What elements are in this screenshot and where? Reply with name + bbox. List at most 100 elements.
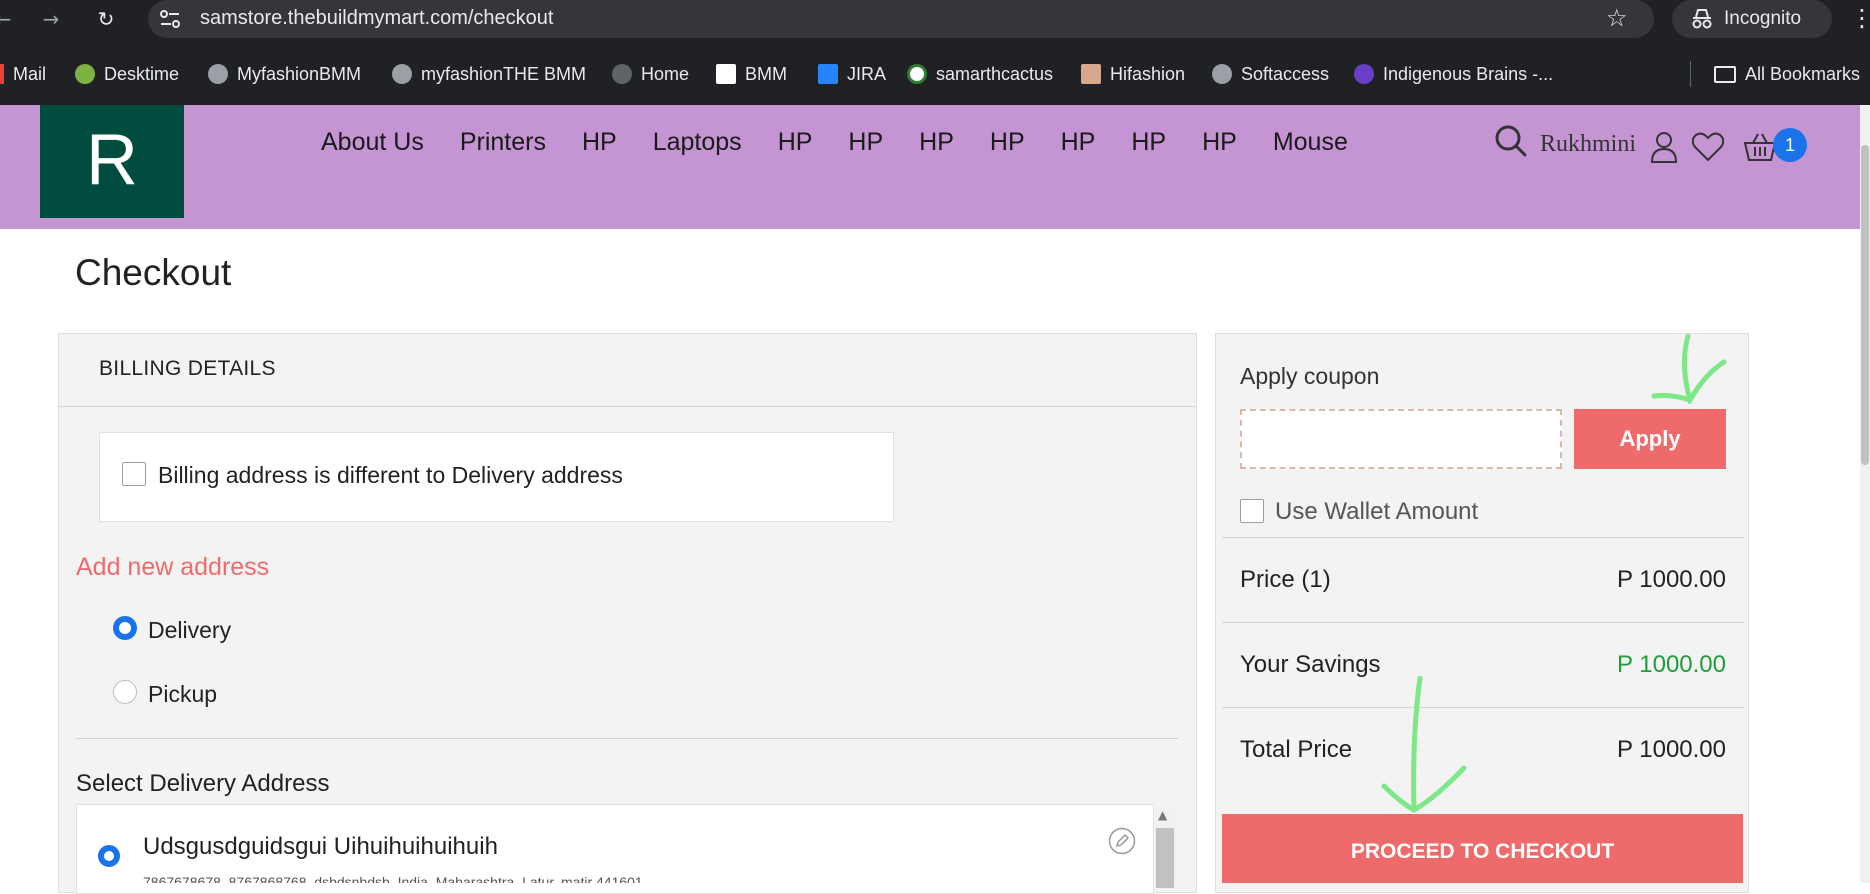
all-bookmarks-label: All Bookmarks: [1745, 63, 1861, 84]
address-detail: 7867678678, 8767868768, dsbdsnbdsb, Indi…: [143, 874, 643, 883]
desktime-icon: [75, 64, 95, 84]
nav-hp[interactable]: HP: [778, 128, 813, 157]
incognito-icon: [1692, 9, 1712, 29]
edit-icon[interactable]: [1108, 827, 1136, 855]
globe-icon: [392, 64, 412, 84]
price-label: Price (1): [1240, 566, 1331, 593]
bookmark-jira[interactable]: JIRA: [818, 61, 886, 87]
annotation-arrow-icon: [1651, 334, 1727, 404]
billing-different-label[interactable]: Billing address is different to Delivery…: [158, 462, 623, 489]
delivery-radio[interactable]: [113, 616, 137, 640]
cart-icon[interactable]: [1743, 132, 1777, 162]
bookmark-samarthcactus[interactable]: samarthcactus: [907, 61, 1053, 87]
add-new-address-link[interactable]: Add new address: [76, 553, 269, 582]
bookmark-label: samarthcactus: [936, 63, 1054, 84]
bookmark-mail[interactable]: Mail: [0, 61, 46, 87]
wallet-checkbox[interactable]: [1240, 499, 1264, 523]
nav-printers[interactable]: Printers: [460, 128, 546, 157]
nav-hp[interactable]: HP: [1061, 128, 1096, 157]
nav-hp[interactable]: HP: [582, 128, 617, 157]
nav-hp[interactable]: HP: [1202, 128, 1237, 157]
bookmark-label: myfashionTHE BMM: [421, 63, 587, 84]
search-icon[interactable]: [1494, 124, 1528, 158]
total-price-value: P 1000.00: [1617, 736, 1726, 763]
user-name[interactable]: Rukhmini: [1540, 131, 1636, 158]
forward-icon[interactable]: →: [36, 4, 66, 34]
bookmark-label: Softaccess: [1241, 63, 1330, 84]
user-icon[interactable]: [1650, 130, 1678, 164]
bookmark-label: BMM: [745, 63, 787, 84]
bookmark-label: Hifashion: [1110, 63, 1186, 84]
hifashion-icon: [1081, 64, 1101, 84]
summary-divider: [1222, 622, 1744, 623]
page-title: Checkout: [75, 252, 232, 293]
nav-hp[interactable]: HP: [990, 128, 1025, 157]
nav-mouse[interactable]: Mouse: [1273, 128, 1348, 157]
bookmark-myfashionbmm[interactable]: MyfashionBMM: [208, 61, 361, 87]
bookmark-label: Desktime: [104, 63, 180, 84]
all-bookmarks[interactable]: All Bookmarks: [1714, 61, 1860, 87]
wallet-label[interactable]: Use Wallet Amount: [1275, 498, 1478, 526]
billing-title: BILLING DETAILS: [99, 357, 276, 380]
bookmark-star-icon[interactable]: ☆: [1606, 4, 1628, 32]
bookmark-label: Mail: [13, 63, 47, 84]
site-logo[interactable]: R: [40, 105, 184, 218]
cactus-icon: [907, 64, 927, 84]
bookmark-label: Home: [641, 63, 690, 84]
delivery-label[interactable]: Delivery: [148, 617, 231, 644]
bookmark-desktime[interactable]: Desktime: [75, 61, 179, 87]
pickup-label[interactable]: Pickup: [148, 681, 217, 708]
cart-count-badge: 1: [1773, 128, 1807, 162]
nav-hp[interactable]: HP: [848, 128, 883, 157]
bmm-icon: [716, 64, 736, 84]
nav-about-us[interactable]: About Us: [321, 128, 424, 157]
reload-icon[interactable]: ↻: [91, 4, 121, 34]
pickup-radio[interactable]: [113, 680, 137, 704]
bookmark-label: JIRA: [847, 63, 887, 84]
bookmark-home[interactable]: Home: [612, 61, 689, 87]
proceed-to-checkout-button[interactable]: PROCEED TO CHECKOUT: [1222, 814, 1743, 883]
page-scrollbar-thumb[interactable]: [1861, 145, 1869, 465]
address-list-scrollbar-thumb[interactable]: [1156, 828, 1174, 888]
bookmarks-separator: [1690, 61, 1691, 87]
nav-hp[interactable]: HP: [919, 128, 954, 157]
indigenous-icon: [1354, 64, 1374, 84]
coupon-input[interactable]: [1240, 409, 1562, 469]
mail-icon: [0, 64, 4, 84]
site-header: [0, 105, 1860, 229]
bookmark-label: Indigenous Brains -...: [1383, 63, 1554, 84]
total-price-label: Total Price: [1240, 736, 1353, 763]
billing-different-checkbox[interactable]: [122, 462, 146, 486]
bookmark-myfashionthebmm[interactable]: myfashionTHE BMM: [392, 61, 586, 87]
main-nav: About Us Printers HP Laptops HP HP HP HP…: [321, 128, 1384, 157]
jira-icon: [818, 64, 838, 84]
address-name: Udsgusdguidsgui Uihuihuihuihuih: [143, 833, 498, 860]
nav-hp[interactable]: HP: [1131, 128, 1166, 157]
savings-label: Your Savings: [1240, 651, 1381, 678]
bookmark-bmm[interactable]: BMM: [716, 61, 787, 87]
bookmark-label: MyfashionBMM: [237, 63, 362, 84]
url-text[interactable]: samstore.thebuildmymart.com/checkout: [200, 7, 553, 30]
back-icon[interactable]: ←: [0, 4, 18, 34]
bookmark-softaccess[interactable]: Softaccess: [1212, 61, 1329, 87]
select-delivery-address-title: Select Delivery Address: [76, 770, 330, 797]
address-radio[interactable]: [98, 845, 120, 867]
incognito-label: Incognito: [1724, 8, 1802, 29]
bookmark-indigenous[interactable]: Indigenous Brains -...: [1354, 61, 1553, 87]
savings-value: P 1000.00: [1617, 651, 1726, 678]
section-divider: [76, 738, 1178, 739]
nav-laptops[interactable]: Laptops: [653, 128, 742, 157]
summary-divider: [1222, 707, 1744, 708]
annotation-arrow-icon: [1381, 676, 1467, 813]
coupon-title: Apply coupon: [1240, 363, 1380, 389]
kebab-menu-icon[interactable]: ⋮: [1850, 4, 1870, 32]
folder-icon: [1714, 65, 1736, 83]
site-info-icon[interactable]: [158, 8, 182, 30]
globe-icon: [208, 64, 228, 84]
bookmark-hifashion[interactable]: Hifashion: [1081, 61, 1185, 87]
apply-coupon-button[interactable]: Apply: [1574, 409, 1726, 469]
heart-icon[interactable]: [1692, 132, 1724, 162]
globe-icon: [612, 64, 632, 84]
summary-divider: [1222, 537, 1744, 538]
scroll-up-icon[interactable]: ▲: [1158, 808, 1167, 822]
